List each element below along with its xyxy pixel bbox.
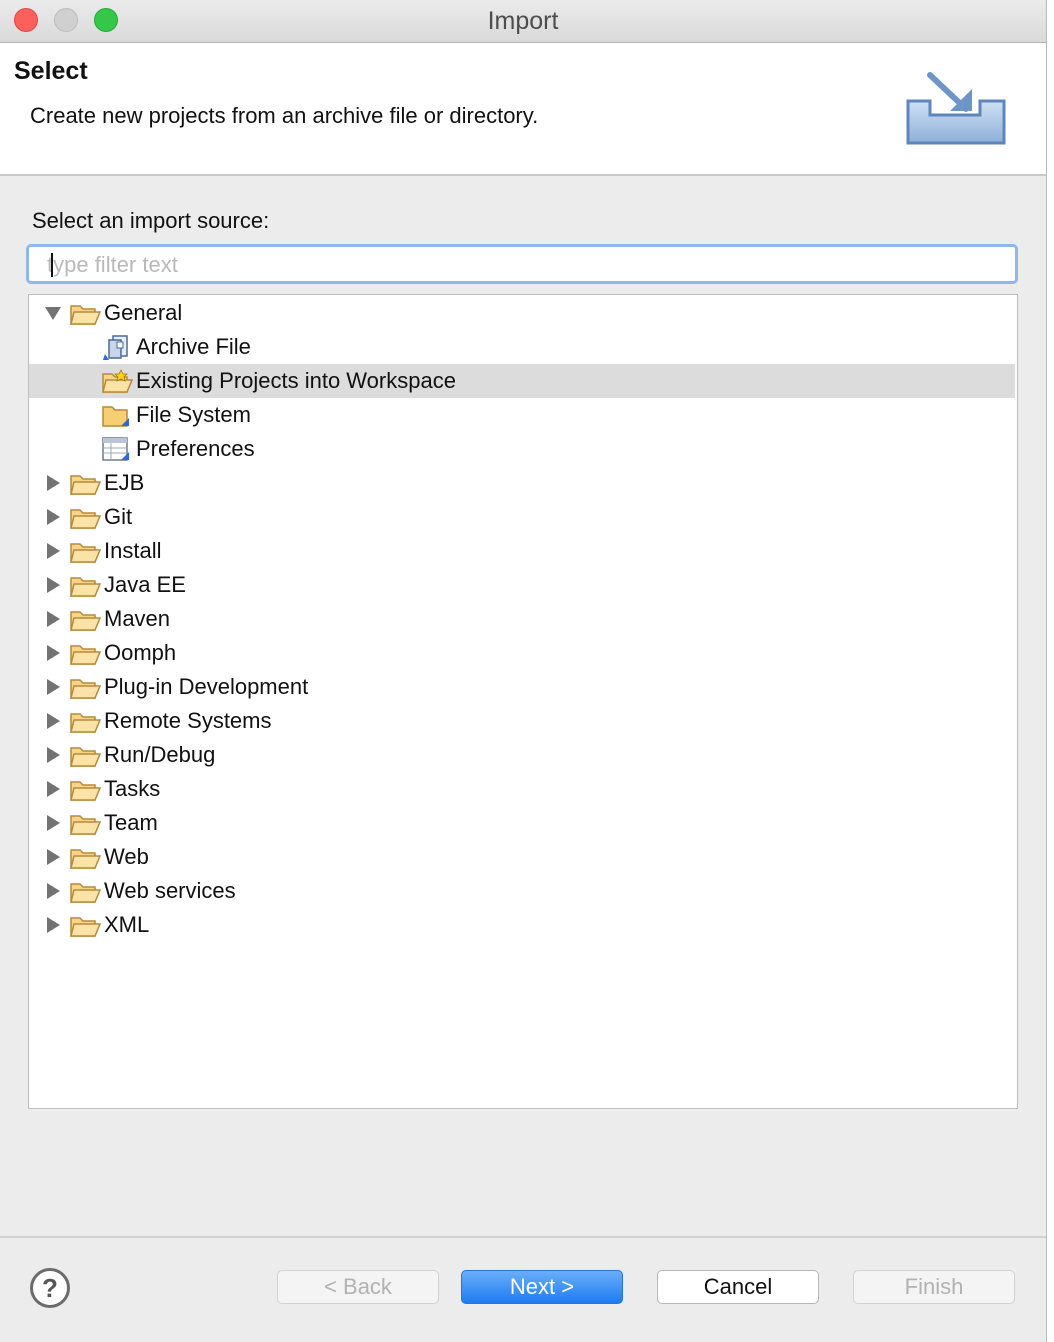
folder-open-icon	[70, 815, 101, 835]
title-bar: Import	[0, 0, 1046, 43]
folder-open-icon	[70, 577, 101, 597]
collapsed-triangle-icon[interactable]	[45, 509, 61, 525]
folder-open-icon	[70, 611, 101, 631]
finish-button[interactable]: Finish	[853, 1270, 1015, 1304]
tree-item-label: File System	[136, 402, 251, 427]
tree-item[interactable]: General	[29, 296, 1015, 330]
collapsed-triangle-icon[interactable]	[45, 781, 61, 797]
tree-item[interactable]: Plug-in Development	[29, 670, 1015, 704]
tree-item[interactable]: Tasks	[29, 772, 1015, 806]
tree-item-label: Java EE	[104, 572, 186, 597]
tree-item[interactable]: Web services	[29, 874, 1015, 908]
tree-item-label: Run/Debug	[104, 742, 216, 767]
tree-item-label: EJB	[104, 470, 145, 495]
folder-open-icon	[70, 543, 101, 563]
tree-item[interactable]: File System	[29, 398, 1015, 432]
tree-item[interactable]: EJB	[29, 466, 1015, 500]
preferences-icon	[102, 437, 129, 461]
folder-open-icon	[70, 883, 101, 903]
collapsed-triangle-icon[interactable]	[45, 611, 61, 627]
wizard-page-title: Select	[14, 57, 88, 85]
tree-item[interactable]: Web	[29, 840, 1015, 874]
collapsed-triangle-icon[interactable]	[45, 849, 61, 865]
collapsed-triangle-icon[interactable]	[45, 747, 61, 763]
tree-item-label: Install	[104, 538, 162, 563]
tree-item-label: General	[104, 300, 183, 325]
collapsed-triangle-icon[interactable]	[45, 645, 61, 661]
tree-item[interactable]: Install	[29, 534, 1015, 568]
import-source-tree[interactable]: General Archive File Existing Projects int…	[28, 294, 1018, 1109]
import-source-label: Select an import source:	[32, 208, 270, 233]
back-button[interactable]: < Back	[277, 1270, 439, 1304]
tree-item[interactable]: Team	[29, 806, 1015, 840]
tree-item[interactable]: XML	[29, 908, 1015, 942]
tree-item[interactable]: Run/Debug	[29, 738, 1015, 772]
tree-item[interactable]: Git	[29, 500, 1015, 534]
tree-item-label: Tasks	[104, 776, 161, 801]
collapsed-triangle-icon[interactable]	[45, 883, 61, 899]
tree-item-label: Preferences	[136, 436, 255, 461]
wizard-page-description: Create new projects from an archive file…	[30, 103, 539, 128]
folder-open-icon	[70, 475, 101, 495]
folder-open-icon	[70, 305, 101, 325]
wizard-header: Select Create new projects from an archi…	[0, 43, 1046, 176]
collapsed-triangle-icon[interactable]	[45, 577, 61, 593]
tree-item-label: Remote Systems	[104, 708, 272, 733]
archive-file-icon	[103, 335, 128, 360]
folder-open-icon	[70, 679, 101, 699]
window-title: Import	[487, 7, 559, 35]
collapsed-triangle-icon[interactable]	[45, 679, 61, 695]
footer-divider	[0, 1236, 1046, 1238]
background-edge	[1047, 0, 1054, 1342]
tree-item[interactable]: Remote Systems	[29, 704, 1015, 738]
help-button[interactable]: ?	[30, 1268, 70, 1308]
text-caret	[51, 253, 53, 277]
folder-open-icon	[70, 713, 101, 733]
collapsed-triangle-icon[interactable]	[45, 917, 61, 933]
tree-item[interactable]: Archive File	[29, 330, 1015, 364]
file-system-icon	[102, 406, 129, 427]
collapsed-triangle-icon[interactable]	[45, 543, 61, 559]
folder-open-icon	[70, 645, 101, 665]
tree-item-label: Web	[104, 844, 149, 869]
tree-item-label: Git	[104, 504, 133, 529]
folder-open-icon	[70, 509, 101, 529]
folder-open-icon	[70, 747, 101, 767]
tree-item-label: Archive File	[136, 334, 251, 359]
collapsed-triangle-icon[interactable]	[45, 815, 61, 831]
folder-open-icon	[70, 917, 101, 937]
existing-projects-icon	[102, 369, 133, 393]
tree-item-label: Web services	[104, 878, 236, 903]
tree-item-label: Oomph	[104, 640, 177, 665]
tree-item[interactable]: Java EE	[29, 568, 1015, 602]
collapsed-triangle-icon[interactable]	[45, 713, 61, 729]
tree-item-label: Existing Projects into Workspace	[136, 368, 456, 393]
tree-item-label: Maven	[104, 606, 171, 631]
tree-item[interactable]: Maven	[29, 602, 1015, 636]
tree-item[interactable]: Preferences	[29, 432, 1015, 466]
filter-input[interactable]	[47, 251, 997, 279]
tree-item[interactable]: Oomph	[29, 636, 1015, 670]
folder-open-icon	[70, 781, 101, 801]
cancel-button[interactable]: Cancel	[657, 1270, 819, 1304]
tree-item-label: Plug-in Development	[104, 674, 309, 699]
expanded-triangle-icon[interactable]	[45, 305, 61, 321]
tree-item-label: Team	[104, 810, 158, 835]
next-button[interactable]: Next >	[461, 1270, 623, 1304]
tree-item[interactable]: Existing Projects into Workspace	[29, 364, 1015, 398]
folder-open-icon	[70, 849, 101, 869]
filter-field[interactable]	[26, 244, 1018, 284]
import-wizard-icon	[906, 72, 1006, 145]
import-dialog: Import Select Create new projects from a…	[0, 0, 1047, 1342]
collapsed-triangle-icon[interactable]	[45, 475, 61, 491]
tree-item-label: XML	[104, 912, 150, 937]
